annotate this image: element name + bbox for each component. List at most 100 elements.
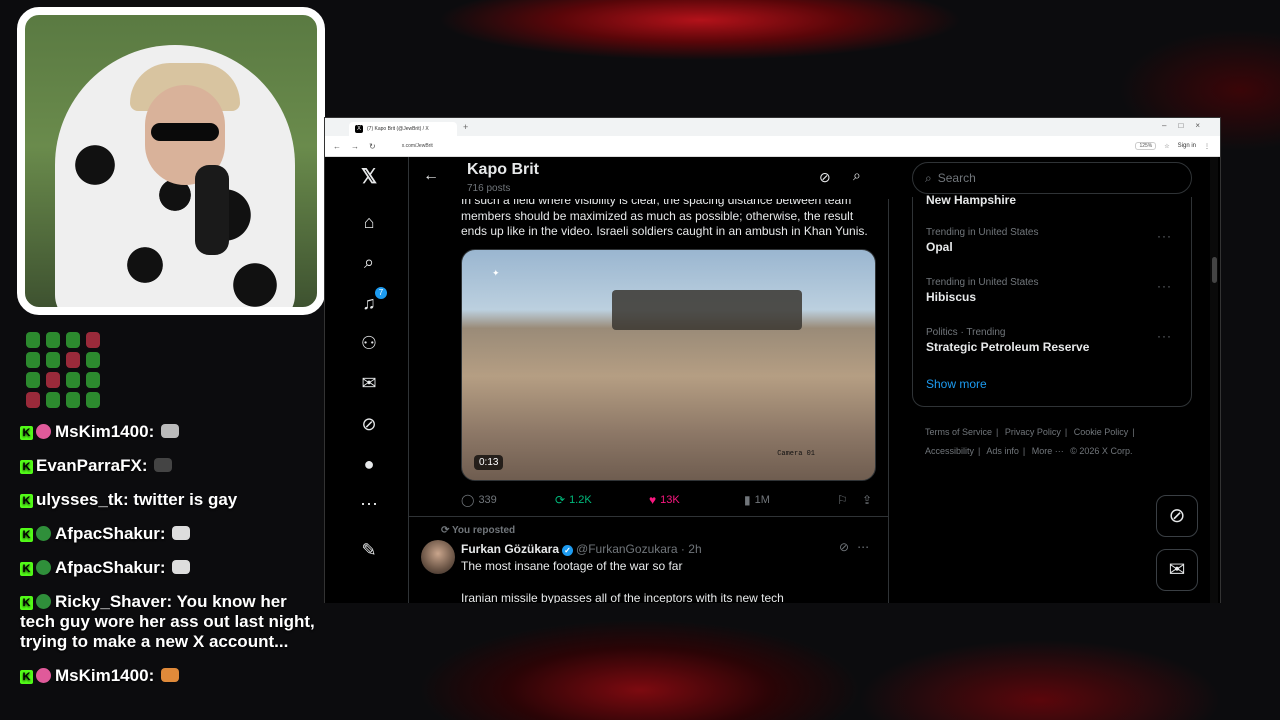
bookmark-button[interactable]: ⚐ — [837, 493, 848, 507]
more-options-icon[interactable]: ⋯ — [857, 540, 877, 554]
terms-link[interactable]: Terms of Service — [925, 427, 992, 437]
emote-wall — [26, 332, 320, 408]
tweet-time[interactable]: 2h — [688, 542, 701, 556]
ads-info-link[interactable]: Ads info — [986, 446, 1019, 456]
grok-icon[interactable]: ⊘ — [819, 169, 831, 186]
emote-icon — [46, 372, 60, 388]
back-arrow-icon[interactable]: ← — [423, 167, 439, 185]
home-icon[interactable]: ⌂ — [359, 212, 379, 232]
avatar[interactable] — [421, 540, 455, 574]
emote-icon — [160, 424, 179, 438]
window-controls[interactable]: –□× — [1162, 121, 1212, 130]
privacy-link[interactable]: Privacy Policy — [1005, 427, 1061, 437]
url-field[interactable]: x.com/JewBrit — [402, 143, 433, 149]
emote-icon — [66, 332, 80, 348]
trend-category: Trending in United States — [926, 277, 1039, 288]
profile-icon[interactable]: ● — [359, 454, 379, 474]
follow-icon[interactable]: ⚇ — [359, 333, 379, 353]
mail-icon[interactable]: ✉ — [359, 373, 379, 393]
share-icon: ⇪ — [862, 493, 873, 507]
chat-text: twitter is gay — [133, 490, 238, 509]
heart-icon: ♥ — [649, 493, 657, 507]
signin-button[interactable]: Sign in — [1178, 143, 1196, 149]
tweet-menu: ⊘⋯ — [839, 540, 877, 554]
forward-nav-icon[interactable]: → — [351, 142, 359, 151]
footer-links: Terms of Service | Privacy Policy | Cookie… — [925, 427, 1135, 456]
chat-message: K Ricky_Shaver: You know her tech guy wor… — [20, 592, 315, 651]
show-more-link[interactable]: Show more — [926, 377, 987, 391]
chat-username: MsKim1400 — [55, 666, 149, 685]
tweet-text: In such a field where visibility is clea… — [461, 193, 868, 238]
tweet-video[interactable]: ✦ Camera 01 0:13 — [461, 249, 876, 481]
emote-icon — [86, 392, 100, 408]
post-count: 716 posts — [467, 183, 511, 194]
star-icon[interactable]: ☆ — [1164, 143, 1169, 150]
repost-button[interactable]: ⟳ 1.2K — [555, 493, 592, 507]
cookie-link[interactable]: Cookie Policy — [1074, 427, 1129, 437]
emote-icon — [66, 352, 80, 368]
chat-username: AfpacShakur — [55, 558, 160, 577]
author-handle[interactable]: @FurkanGozukara — [576, 542, 678, 556]
search-placeholder: Search — [937, 171, 976, 185]
grok-fab-icon[interactable]: ⊘ — [1156, 495, 1198, 537]
left-nav: 𝕏 ⌂ ⌕ ♫ 7 ⚇ ✉ ⊘ ● ⋯ ✎ — [353, 157, 387, 603]
trend-name: New Hampshire — [926, 193, 1017, 207]
kick-badge-icon: K — [20, 460, 33, 474]
emote-icon — [46, 332, 60, 348]
kick-badge-icon: K — [20, 426, 33, 440]
x-logo-icon: X — [355, 125, 363, 133]
tweet-author: Furkan Gözükara ✓ @FurkanGozukara · 2h — [461, 542, 702, 556]
author-name[interactable]: Furkan Gözükara — [461, 542, 559, 556]
emote-icon — [172, 526, 191, 540]
profile-name: Kapo Brit — [467, 161, 539, 178]
repost-count: 1.2K — [569, 494, 592, 506]
bell-icon[interactable]: ♫ 7 — [359, 287, 387, 313]
trend-item[interactable]: Politics · Trending Strategic Petroleum … — [926, 327, 1186, 354]
views-icon: ▮ — [744, 493, 751, 507]
emote-icon — [26, 392, 40, 408]
grok-icon[interactable]: ⊘ — [839, 540, 857, 554]
search-icon: ⌕ — [925, 170, 932, 185]
trend-item[interactable]: Trending in United States Opal ··· — [926, 227, 1186, 254]
repost-icon: ⟳ — [555, 493, 566, 507]
more-options-icon[interactable]: ··· — [1157, 279, 1172, 293]
reload-icon[interactable]: ↻ — [369, 142, 376, 151]
browser-tab[interactable]: X (7) Kapo Brit (@JewBrit) / X — [349, 122, 457, 136]
kick-badge-icon: K — [20, 562, 33, 576]
trend-category: Trending in United States — [926, 227, 1039, 238]
search-icon[interactable]: ⌕ — [853, 167, 861, 184]
more-link[interactable]: More ··· — [1032, 446, 1064, 456]
tweet-divider — [409, 516, 889, 517]
search-icon[interactable]: ⌕ — [359, 252, 379, 272]
timeline-column: In such a field where visibility is clea… — [408, 157, 889, 603]
view-count: 1M — [754, 494, 770, 506]
scroll-thumb[interactable] — [1212, 257, 1217, 283]
chat-username: Ricky_Shaver — [55, 592, 167, 611]
x-logo-icon[interactable]: 𝕏 — [359, 167, 379, 187]
messages-fab-icon[interactable]: ✉ — [1156, 549, 1198, 591]
trend-item[interactable]: Trending in United States Hibiscus ··· — [926, 277, 1186, 304]
share-button[interactable]: ⇪ — [862, 493, 872, 507]
scrollbar[interactable] — [1210, 157, 1218, 603]
back-nav-icon[interactable]: ← — [333, 142, 341, 151]
tweet-text: Iranian missile bypasses all of the ince… — [461, 591, 784, 603]
reply-button[interactable]: ◯ 339 — [461, 493, 497, 507]
zoom-indicator[interactable]: 125% — [1135, 142, 1157, 150]
like-button[interactable]: ♥ 13K — [649, 493, 680, 507]
more-options-icon[interactable]: ··· — [1157, 229, 1172, 243]
accessibility-link[interactable]: Accessibility — [925, 446, 974, 456]
verified-badge-icon: ✓ — [562, 545, 574, 556]
new-tab-icon[interactable]: + — [463, 122, 468, 132]
kick-badge-icon: K — [20, 528, 33, 542]
repost-label: You reposted — [451, 525, 516, 536]
emote-icon — [160, 668, 179, 682]
views-button[interactable]: ▮ 1M — [744, 493, 770, 507]
menu-icon[interactable]: ⋮ — [1204, 143, 1210, 150]
grok-icon[interactable]: ⊘ — [359, 414, 379, 434]
trend-name: Strategic Petroleum Reserve — [926, 340, 1090, 354]
post-compose-icon[interactable]: ✎ — [359, 540, 379, 560]
more-icon[interactable]: ⋯ — [359, 494, 379, 514]
chat-message: K MsKim1400: — [20, 666, 320, 686]
search-input[interactable]: ⌕ Search — [912, 162, 1192, 194]
more-options-icon[interactable]: ··· — [1157, 329, 1172, 343]
